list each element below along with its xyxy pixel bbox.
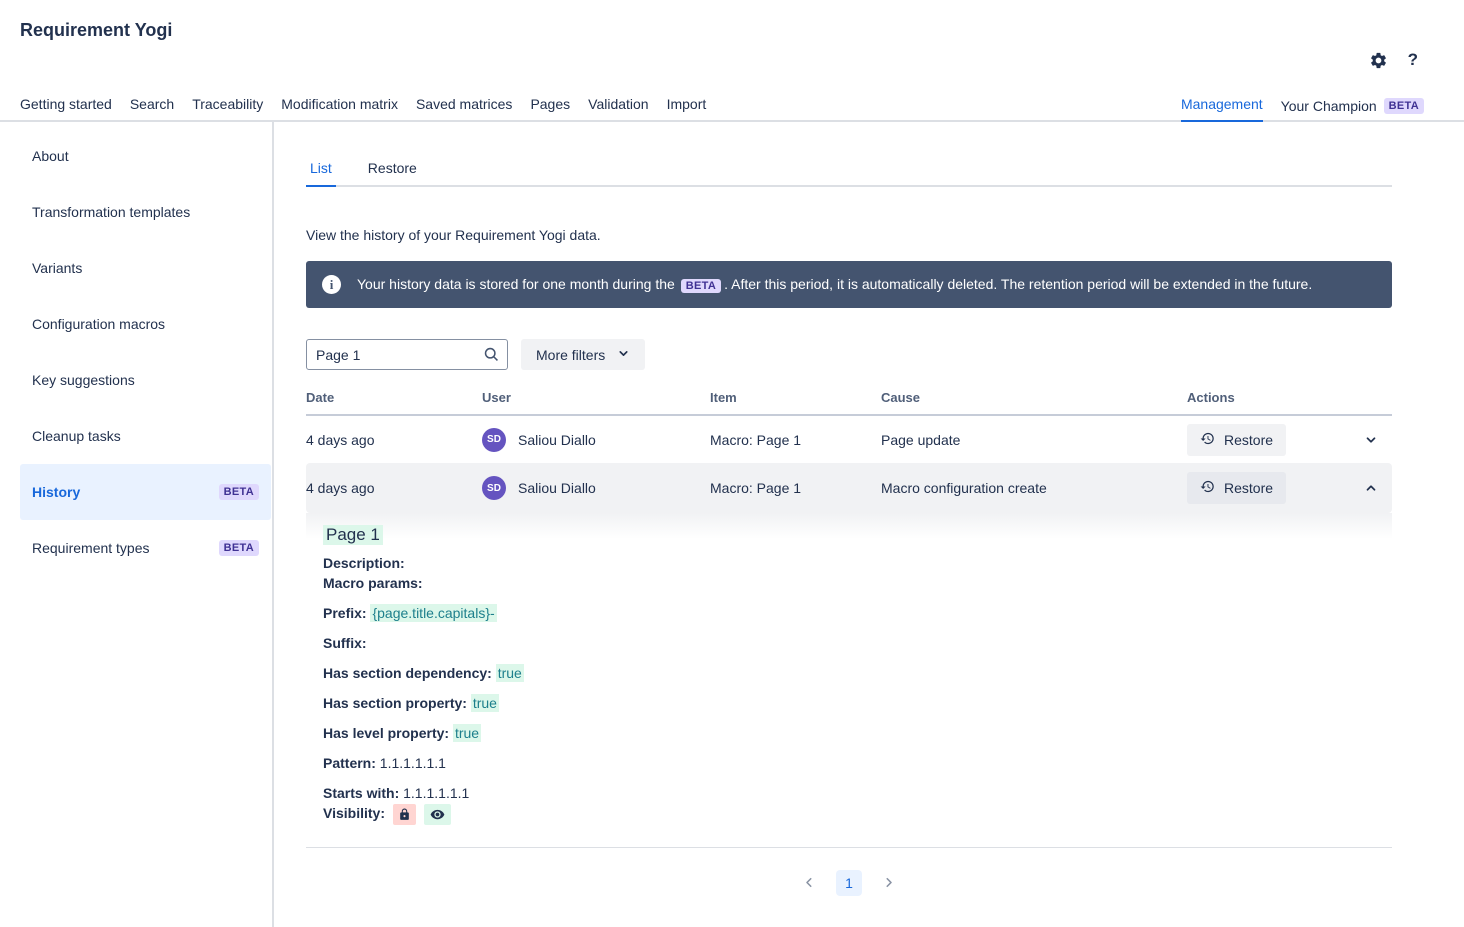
info-icon: i: [322, 275, 341, 294]
beta-badge: BETA: [218, 540, 259, 556]
settings-gear-icon[interactable]: [1369, 51, 1388, 70]
field-starts-with-value: 1.1.1.1.1.1: [403, 785, 470, 801]
table-header: Date User Item Cause Actions: [306, 390, 1392, 416]
help-icon[interactable]: ?: [1408, 50, 1418, 70]
field-has-level-property-value: true: [452, 724, 482, 742]
nav-modification-matrix[interactable]: Modification matrix: [281, 92, 398, 120]
nav-your-champion-label: Your Champion: [1280, 98, 1377, 114]
chevron-left-icon[interactable]: [800, 873, 819, 892]
collapse-row-chevron-up-icon[interactable]: [1362, 479, 1380, 497]
user-name: Saliou Diallo: [518, 480, 596, 496]
search-icon: [483, 346, 500, 368]
lock-icon: [392, 803, 416, 825]
chevron-down-icon: [617, 347, 630, 363]
macro-params-label: Macro params:: [323, 575, 423, 591]
user-name: Saliou Diallo: [518, 431, 596, 448]
sidebar-item-about[interactable]: About: [20, 128, 271, 184]
field-prefix-value: {page.title.capitals}-: [370, 604, 497, 622]
nav-management[interactable]: Management: [1180, 92, 1263, 122]
sidebar-item-requirement-types[interactable]: Requirement types BETA: [20, 520, 271, 576]
history-table: Date User Item Cause Actions 4 days ago …: [306, 390, 1392, 848]
sidebar-item-transformation-templates[interactable]: Transformation templates: [20, 184, 271, 240]
top-nav: Getting started Search Traceability Modi…: [0, 92, 1464, 122]
nav-import[interactable]: Import: [667, 92, 707, 120]
description-label: Description:: [323, 555, 405, 571]
field-has-section-dependency-value: true: [495, 664, 524, 682]
row-date: 4 days ago: [306, 480, 375, 496]
row-date: 4 days ago: [306, 431, 375, 448]
field-suffix: Suffix:: [323, 635, 367, 651]
table-row-expanded: 4 days ago SD Saliou Diallo Macro: Page …: [306, 463, 1392, 513]
row-user: SD Saliou Diallo: [482, 427, 710, 452]
banner-text: Your history data is stored for one mont…: [357, 276, 1313, 293]
nav-validation[interactable]: Validation: [588, 92, 648, 120]
more-filters-button[interactable]: More filters: [521, 339, 646, 370]
sidebar-item-cleanup-tasks[interactable]: Cleanup tasks: [20, 408, 271, 464]
sidebar-item-history[interactable]: History BETA: [20, 464, 271, 520]
row-user: SD Saliou Diallo: [482, 476, 710, 500]
main-content: List Restore View the history of your Re…: [274, 122, 1464, 927]
tab-restore[interactable]: Restore: [364, 150, 421, 185]
avatar: SD: [482, 476, 506, 500]
expand-row-chevron-down-icon[interactable]: [1362, 431, 1380, 449]
field-has-section-property: Has section property: true: [323, 694, 499, 712]
nav-search[interactable]: Search: [130, 92, 174, 120]
field-pattern-value: 1.1.1.1.1.1: [379, 755, 446, 771]
beta-badge: BETA: [680, 279, 722, 293]
page-header: Requirement Yogi ?: [0, 0, 1464, 92]
history-detail-panel: Page 1 Description: Macro params: Prefix…: [306, 513, 1392, 848]
page-number[interactable]: 1: [836, 869, 862, 896]
row-item: Macro: Page 1: [710, 480, 802, 496]
history-tabs: List Restore: [306, 150, 1392, 187]
intro-text: View the history of your Requirement Yog…: [306, 227, 601, 243]
row-item: Macro: Page 1: [710, 431, 802, 448]
sidebar-item-variants[interactable]: Variants: [20, 240, 271, 296]
eye-icon: [423, 803, 451, 825]
restore-button[interactable]: Restore: [1187, 472, 1287, 504]
sidebar-item-configuration-macros[interactable]: Configuration macros: [20, 296, 271, 352]
history-restore-icon: [1200, 479, 1215, 497]
nav-saved-matrices[interactable]: Saved matrices: [416, 92, 512, 120]
col-user: User: [482, 390, 511, 405]
field-has-section-property-value: true: [470, 694, 499, 712]
beta-badge: BETA: [218, 484, 259, 500]
col-date: Date: [306, 390, 335, 405]
detail-title: Page 1: [323, 525, 383, 545]
sidebar-item-key-suggestions[interactable]: Key suggestions: [20, 352, 271, 408]
info-banner: i Your history data is stored for one mo…: [306, 261, 1392, 308]
sidebar: About Transformation templates Variants …: [0, 122, 274, 927]
field-has-section-dependency: Has section dependency: true: [323, 664, 524, 682]
field-starts-with: Starts with: 1.1.1.1.1.1: [323, 785, 470, 801]
field-prefix: Prefix: {page.title.capitals}-: [323, 604, 497, 622]
field-pattern: Pattern: 1.1.1.1.1.1: [323, 755, 446, 771]
restore-button[interactable]: Restore: [1187, 423, 1287, 456]
chevron-right-icon[interactable]: [879, 873, 898, 892]
nav-traceability[interactable]: Traceability: [192, 92, 263, 120]
row-cause: Page update: [881, 431, 961, 448]
history-restore-icon: [1200, 431, 1215, 449]
row-cause: Macro configuration create: [881, 480, 1047, 496]
page-title: Requirement Yogi: [20, 20, 173, 40]
search-input[interactable]: [306, 339, 508, 370]
tab-list[interactable]: List: [306, 150, 336, 187]
nav-pages[interactable]: Pages: [530, 92, 570, 120]
avatar: SD: [482, 427, 506, 452]
field-visibility: Visibility:: [323, 803, 1392, 825]
field-has-level-property: Has level property: true: [323, 724, 482, 742]
col-item: Item: [710, 390, 737, 405]
filter-row: More filters: [306, 339, 1392, 370]
nav-getting-started[interactable]: Getting started: [20, 92, 112, 120]
beta-badge: BETA: [1383, 98, 1424, 114]
col-cause: Cause: [881, 390, 921, 405]
pagination: 1: [306, 869, 1392, 896]
nav-your-champion[interactable]: Your Champion BETA: [1281, 94, 1424, 120]
table-row: 4 days ago SD Saliou Diallo Macro: Page …: [306, 416, 1392, 463]
col-actions: Actions: [1187, 390, 1235, 405]
